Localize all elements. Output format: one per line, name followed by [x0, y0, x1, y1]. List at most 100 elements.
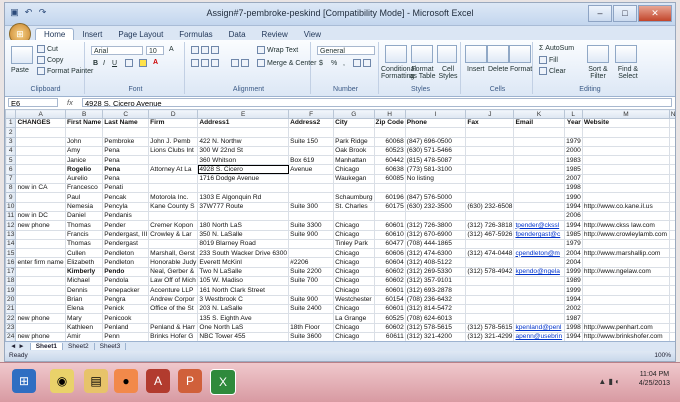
cell[interactable]: 60602 — [373, 322, 406, 333]
cell[interactable]: Suite 2400 — [288, 303, 335, 315]
cell[interactable]: Chicago — [333, 276, 375, 287]
row-header[interactable]: 1 — [5, 117, 17, 129]
cell[interactable] — [581, 164, 671, 175]
cell[interactable] — [669, 155, 675, 166]
column-header[interactable]: A — [15, 109, 66, 119]
cell[interactable]: Manhattan — [333, 155, 375, 166]
cell[interactable]: Suite 900 — [288, 229, 335, 240]
cell[interactable]: Brian — [64, 294, 104, 305]
cell[interactable] — [404, 127, 467, 138]
cell[interactable] — [15, 266, 66, 278]
cell[interactable] — [513, 183, 565, 194]
font-color-icon[interactable]: A — [153, 59, 158, 66]
copy-button[interactable]: Copy — [37, 56, 63, 64]
cell[interactable]: 4928 S. Cicero — [197, 164, 290, 175]
cell[interactable] — [465, 303, 515, 315]
pdf-icon[interactable]: A — [146, 369, 170, 393]
cell[interactable]: Elizabeth — [64, 257, 104, 268]
cell-styles-icon[interactable] — [437, 45, 457, 63]
cell[interactable] — [15, 238, 66, 250]
row-header[interactable]: 2 — [5, 127, 17, 138]
cell[interactable] — [373, 183, 406, 194]
cell[interactable]: (312) 269-5330 — [404, 266, 467, 278]
cell[interactable]: Crowley & Lar — [148, 229, 199, 240]
cell[interactable]: 60442 — [373, 155, 406, 166]
cell[interactable]: 1716 Dodge Avenue — [197, 173, 290, 185]
cell[interactable] — [465, 313, 515, 324]
cell[interactable] — [288, 183, 335, 194]
column-header[interactable]: N — [669, 109, 675, 119]
cell[interactable]: Suite 300 — [288, 201, 335, 212]
cell[interactable]: 60604 — [373, 257, 406, 268]
cell[interactable]: (312) 726-3818 — [465, 220, 515, 231]
align-left-icon[interactable] — [191, 59, 221, 67]
delete-cells-icon[interactable] — [487, 45, 509, 63]
cell[interactable]: 1989 — [563, 276, 583, 287]
cell[interactable]: http://www.co.kane.il.us — [581, 201, 671, 212]
cell[interactable]: Cremer Kopon — [148, 220, 199, 231]
cell[interactable]: Chicago — [333, 220, 375, 231]
column-header[interactable]: I — [404, 109, 467, 119]
cell[interactable]: Mary — [64, 313, 104, 324]
cell[interactable]: Marshall, Gerst — [148, 248, 199, 259]
row-header[interactable]: 12 — [5, 220, 17, 231]
cell[interactable]: Penepacker — [102, 285, 150, 296]
cell[interactable]: Website — [581, 117, 671, 129]
cell[interactable]: Law Off of Mich — [148, 276, 199, 287]
percent-button[interactable]: % — [331, 60, 337, 67]
clear-button[interactable]: Clear — [539, 67, 566, 75]
cell[interactable] — [669, 266, 675, 278]
name-box[interactable]: E6 — [8, 98, 58, 108]
row-header[interactable]: 10 — [5, 201, 17, 212]
conditional-formatting-button[interactable]: Conditional Formatting — [381, 66, 416, 80]
cell[interactable] — [148, 173, 199, 185]
cell[interactable]: Francesco — [64, 183, 104, 194]
cell[interactable]: 1998 — [563, 322, 583, 333]
cell[interactable]: Schaumburg — [333, 192, 375, 203]
cell[interactable] — [669, 183, 675, 194]
cell[interactable]: Waukegan — [333, 173, 375, 185]
cell[interactable]: Chicago — [333, 303, 375, 315]
cell[interactable]: Pendergast — [102, 238, 150, 250]
tab-view[interactable]: View — [296, 29, 329, 40]
cell[interactable]: #2206 — [288, 257, 335, 268]
cell[interactable]: 2004 — [563, 248, 583, 259]
cell[interactable] — [669, 313, 675, 324]
cell[interactable]: new phone — [15, 313, 66, 324]
cell[interactable]: (847) 576-5000 — [404, 192, 467, 203]
cell[interactable]: 60638 — [373, 164, 406, 175]
cell[interactable] — [465, 136, 515, 147]
cell[interactable] — [465, 276, 515, 287]
cell[interactable]: Box 619 — [288, 155, 335, 166]
cell[interactable] — [669, 192, 675, 203]
formula-input[interactable]: 4928 S. Cicero Avenue — [82, 98, 672, 108]
cell[interactable]: John J. Pemb — [148, 136, 199, 147]
cell[interactable]: Neal, Gerber & — [148, 266, 199, 278]
paste-button[interactable]: Paste — [11, 67, 29, 74]
tab-home[interactable]: Home — [35, 28, 75, 40]
cell[interactable] — [669, 201, 675, 212]
cell[interactable]: http://www.marshallip.com — [581, 248, 671, 259]
fill-color-icon[interactable] — [139, 59, 149, 67]
cell[interactable] — [465, 183, 515, 194]
cell[interactable] — [148, 183, 199, 194]
underline-button[interactable]: U — [112, 60, 117, 67]
cell[interactable]: Email — [513, 117, 565, 129]
currency-button[interactable]: $ — [319, 60, 323, 67]
cell[interactable] — [148, 210, 199, 222]
format-table-icon[interactable] — [411, 45, 433, 63]
cell[interactable]: 60602 — [373, 266, 406, 278]
cell[interactable]: Chicago — [333, 164, 375, 175]
sheet-tab-2[interactable]: Sheet2 — [63, 343, 95, 350]
cell[interactable]: (312) 814-5472 — [404, 303, 467, 315]
cell[interactable]: (312) 467-5926 — [465, 229, 515, 240]
cell[interactable] — [513, 257, 565, 268]
cell[interactable]: cpendleton@m — [513, 248, 565, 259]
cell[interactable] — [15, 155, 66, 166]
cell[interactable]: Pencyla — [102, 201, 150, 212]
row-header[interactable]: 11 — [5, 210, 17, 222]
cell[interactable] — [581, 136, 671, 147]
cell[interactable] — [513, 201, 565, 212]
cell[interactable]: 60477 — [373, 238, 406, 250]
cell[interactable]: Amy — [64, 145, 104, 157]
